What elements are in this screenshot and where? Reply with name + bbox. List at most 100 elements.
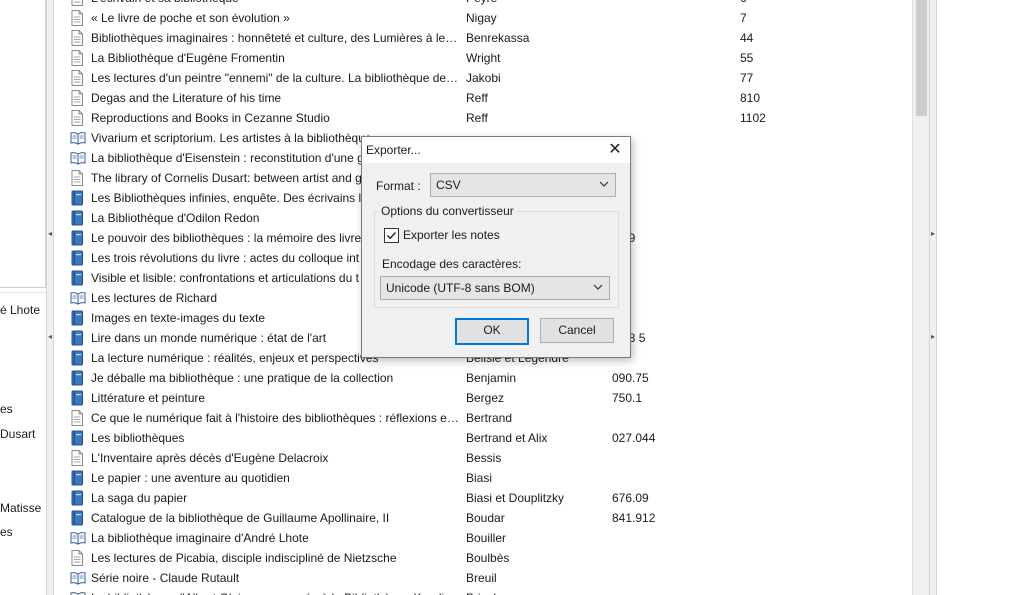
table-row[interactable]: Reproductions and Books in Cezanne Studi… (56, 108, 912, 128)
table-row[interactable]: Catalogue de la bibliothèque de Guillaum… (56, 508, 912, 528)
document-icon (70, 0, 84, 6)
encoding-select[interactable]: Unicode (UTF-8 sans BOM) (380, 276, 610, 300)
book-icon (70, 490, 84, 506)
row-title: « Le livre de poche et son évolution » (91, 11, 290, 25)
right-splitter[interactable]: ▸ ▸ (929, 0, 937, 595)
format-select[interactable]: CSV (430, 173, 616, 197)
row-creator: Reff (466, 111, 488, 125)
document-icon (70, 550, 84, 566)
encoding-label: Encodage des caractères: (382, 257, 522, 271)
table-row[interactable]: La bibliothèque d'Albert Gleizes conserv… (56, 588, 912, 595)
row-title: Les lectures de Picabia, disciple indisc… (91, 551, 397, 565)
row-creator: Bergez (466, 391, 505, 405)
export-notes-label[interactable]: Exporter les notes (403, 228, 500, 242)
row-creator: Brisebo (466, 591, 606, 595)
document-icon (70, 110, 84, 126)
table-row[interactable]: La bibliothèque imaginaire d'André Lhote… (56, 528, 912, 548)
row-extra: 750.1 (612, 391, 643, 405)
document-icon (70, 50, 84, 66)
table-row[interactable]: Bibliothèques imaginaires : honnêteté et… (56, 28, 912, 48)
table-row[interactable]: « Le livre de poche et son évolution » Ni… (56, 8, 912, 28)
dialog-title: Exporter... (366, 143, 421, 157)
collections-pane: é Lhote es Dusart Matisse es (0, 0, 46, 595)
row-creator: Boulbès (466, 551, 510, 565)
row-creator: Benjamin (466, 371, 517, 385)
list-vertical-scrollbar[interactable] (912, 0, 930, 595)
table-row[interactable]: Les bibliothèques Bertrand et Alix 027.044 (56, 428, 912, 448)
tag-item-lhote[interactable]: é Lhote (0, 303, 44, 317)
document-icon (70, 170, 84, 186)
row-creator: Jakobi (466, 71, 501, 85)
table-row[interactable]: La saga du papier Biasi et Douplitzky 676.… (56, 488, 912, 508)
book-icon (70, 210, 84, 226)
table-row[interactable]: Ce que le numérique fait à l'histoire de… (56, 408, 912, 428)
table-row[interactable]: L'Inventaire après décès d'Eugène Delacr… (56, 448, 912, 468)
tag-item-dusart[interactable]: Dusart (0, 427, 44, 441)
table-row[interactable]: La Bibliothèque d'Eugène Fromentin Wright… (56, 48, 912, 68)
row-title: Les lectures d'un peintre "ennemi" de la… (91, 71, 461, 85)
row-creator: Bouiller (466, 531, 507, 545)
document-icon (70, 90, 84, 106)
tag-item-es[interactable]: es (0, 402, 44, 416)
row-creator: Breuil (466, 571, 497, 585)
row-creator: Bessis (466, 451, 502, 465)
row-title: Littérature et peinture (91, 391, 206, 405)
export-notes-checkbox[interactable] (384, 228, 399, 243)
row-extra: 77 (740, 71, 754, 85)
open-book-icon (70, 290, 86, 306)
table-row[interactable]: Je déballe ma bibliothèque : une pratiqu… (56, 368, 912, 388)
scrollbar-thumb[interactable] (916, 0, 927, 116)
row-creator: Wright (466, 51, 501, 65)
document-icon (70, 30, 84, 46)
table-row[interactable]: Les lectures d'un peintre "ennemi" de la… (56, 68, 912, 88)
left-splitter[interactable]: ◂ ◂ (46, 0, 54, 595)
expand-right-icon-2[interactable]: ▸ (930, 332, 936, 342)
row-extra: 7 (740, 11, 747, 25)
cancel-button[interactable]: Cancel (540, 318, 614, 343)
book-icon (70, 330, 84, 346)
book-icon (70, 310, 84, 326)
collections-tree-box[interactable] (0, 0, 46, 288)
row-title: La bibliothèque d'Albert Gleizes conserv… (91, 591, 461, 595)
row-extra: 810 (740, 91, 761, 105)
open-book-icon (70, 130, 86, 146)
tag-item-matisse[interactable]: Matisse (0, 501, 44, 515)
book-icon (70, 230, 84, 246)
collapse-left-icon[interactable]: ◂ (47, 229, 53, 239)
ok-button[interactable]: OK (455, 318, 529, 345)
table-row[interactable]: Degas and the Literature of his time Reff… (56, 88, 912, 108)
row-extra: 090.75 (612, 371, 649, 385)
row-creator: Benrekassa (466, 31, 530, 45)
open-book-icon (70, 570, 86, 586)
book-icon (70, 370, 84, 386)
tag-item-es-2[interactable]: es (0, 525, 44, 539)
table-row[interactable]: L'écrivain et sa bibliothèque Peyre 6 (56, 0, 912, 8)
row-title: La Bibliothèque d'Eugène Fromentin (91, 51, 285, 65)
collapse-left-icon-2[interactable]: ◂ (47, 332, 53, 342)
table-row[interactable]: Les lectures de Picabia, disciple indisc… (56, 548, 912, 568)
row-title: Degas and the Literature of his time (91, 91, 282, 105)
row-title: Catalogue de la bibliothèque de Guillaum… (91, 511, 390, 525)
row-creator: Biasi (466, 471, 493, 485)
format-value: CSV (436, 178, 461, 192)
row-creator: Boudar (466, 511, 505, 525)
close-icon[interactable]: ✕ (606, 141, 624, 159)
document-icon (70, 70, 84, 86)
pane-divider (0, 292, 46, 293)
table-row[interactable]: Le papier : une aventure au quotidien Bia… (56, 468, 912, 488)
row-title: Je déballe ma bibliothèque : une pratiqu… (91, 371, 394, 385)
row-creator: Bertrand et Alix (466, 431, 548, 445)
table-row[interactable]: Littérature et peinture Bergez 750.1 (56, 388, 912, 408)
dialog-titlebar: Exporter... ✕ (362, 137, 630, 163)
row-title: Les bibliothèques (91, 431, 185, 445)
row-title: L'écrivain et sa bibliothèque (91, 0, 461, 5)
row-extra: 44 (740, 31, 754, 45)
row-title: Série noire - Claude Rutault (91, 571, 240, 585)
table-row[interactable]: Série noire - Claude Rutault Breuil (56, 568, 912, 588)
book-icon (70, 350, 84, 366)
row-title: La saga du papier (91, 491, 188, 505)
book-icon (70, 270, 84, 286)
row-title: Le papier : une aventure au quotidien (91, 471, 290, 485)
document-icon (70, 450, 84, 466)
expand-right-icon[interactable]: ▸ (930, 229, 936, 239)
